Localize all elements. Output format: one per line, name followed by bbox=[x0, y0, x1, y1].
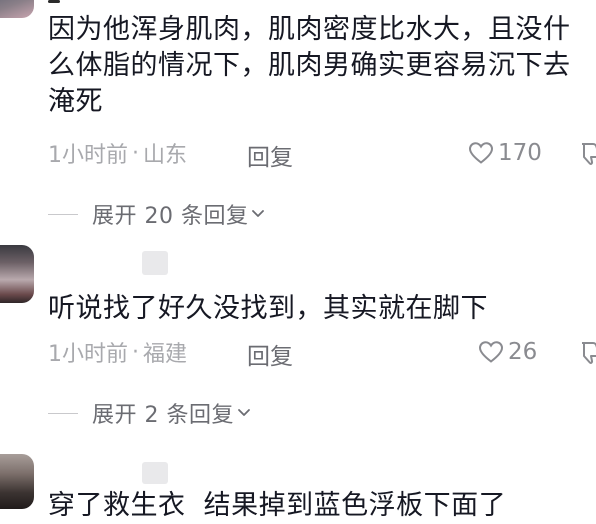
reply-button[interactable]: 回复 bbox=[247, 138, 293, 172]
comment-text: 因为他浑身肌肉，肌肉密度比水大，且没什么体脂的情况下，肌肉男确实更容易沉下去淹死 bbox=[48, 14, 571, 117]
avatar[interactable] bbox=[0, 0, 34, 18]
like-button[interactable]: 170 bbox=[468, 138, 542, 168]
reply-button[interactable]: 回复 bbox=[247, 337, 293, 371]
heart-outline-icon bbox=[478, 341, 504, 363]
comment-time: 1小时前 bbox=[48, 143, 128, 168]
chevron-down-icon bbox=[252, 210, 265, 217]
like-button[interactable]: 26 bbox=[478, 337, 537, 367]
avatar[interactable] bbox=[0, 454, 34, 509]
like-count: 26 bbox=[508, 339, 538, 365]
expand-replies-label: 展开 20 条回复 bbox=[92, 204, 249, 229]
divider-line bbox=[48, 213, 78, 215]
comment-time: 1小时前 bbox=[48, 342, 128, 367]
expand-replies-button[interactable]: 展开 2 条回复 bbox=[48, 398, 251, 428]
thumbs-down-icon[interactable] bbox=[578, 140, 596, 166]
avatar[interactable] bbox=[0, 245, 34, 303]
comment-meta: 1小时前 · 山东 bbox=[48, 138, 188, 169]
meta-separator: · bbox=[132, 140, 139, 166]
thumbs-down-icon[interactable] bbox=[578, 339, 596, 365]
comment-location: 山东 bbox=[143, 143, 188, 168]
comment-meta: 1小时前 · 福建 bbox=[48, 337, 188, 368]
comment-location: 福建 bbox=[143, 342, 188, 367]
username-placeholder[interactable] bbox=[48, 0, 60, 3]
expand-replies-label: 展开 2 条回复 bbox=[92, 403, 234, 428]
username-placeholder[interactable] bbox=[142, 462, 168, 484]
chevron-down-icon bbox=[238, 409, 250, 416]
comment-text: 听说找了好久没找到，其实就在脚下 bbox=[48, 293, 488, 324]
divider-line bbox=[48, 412, 78, 414]
comment-text: 穿了救生衣 结果掉到蓝色浮板下面了 bbox=[48, 490, 507, 521]
meta-separator: · bbox=[132, 339, 139, 365]
heart-outline-icon bbox=[468, 142, 494, 164]
expand-replies-button[interactable]: 展开 20 条回复 bbox=[48, 199, 265, 229]
like-count: 170 bbox=[498, 140, 542, 166]
username-placeholder[interactable] bbox=[142, 251, 168, 275]
